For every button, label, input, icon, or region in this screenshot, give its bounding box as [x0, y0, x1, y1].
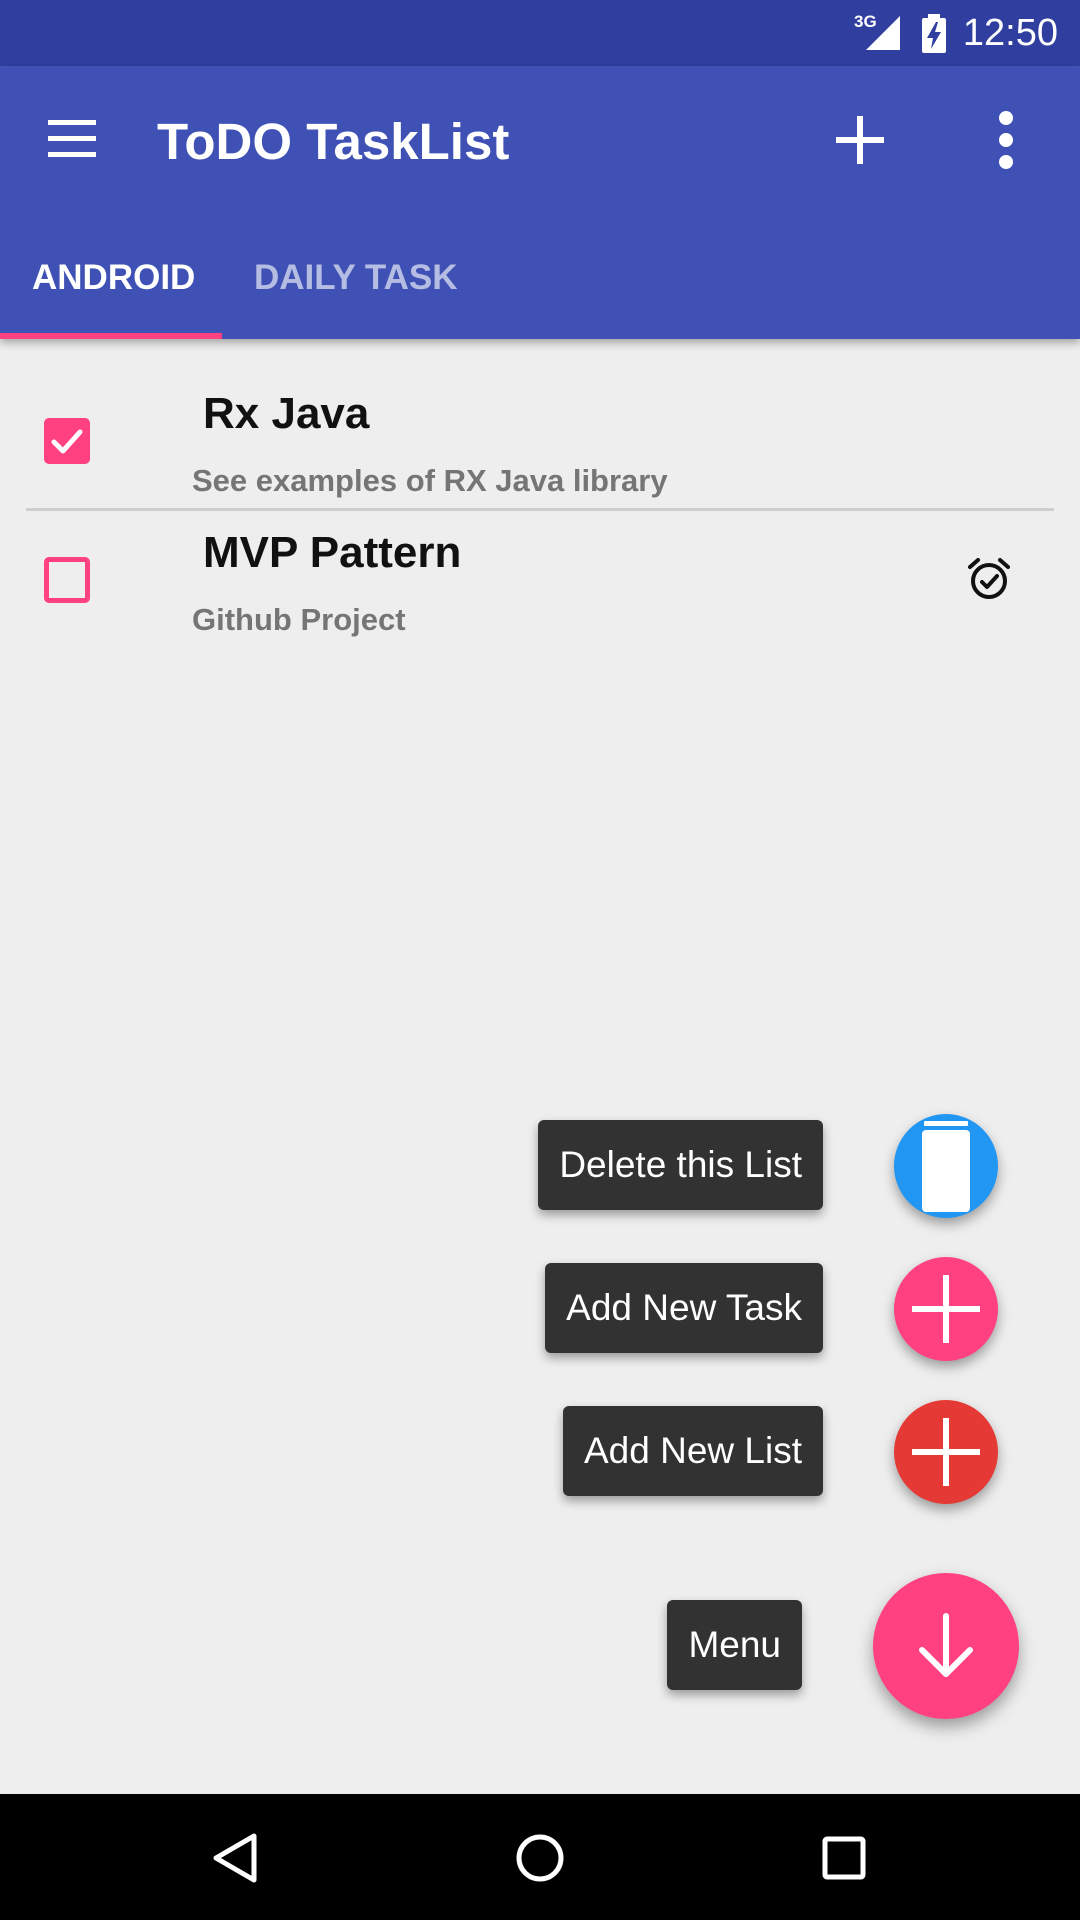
battery-charging-icon — [922, 14, 946, 53]
status-bar — [0, 0, 1080, 66]
plus-icon — [912, 1418, 980, 1486]
check-icon — [51, 429, 83, 454]
list-divider — [26, 508, 1054, 511]
alarm-check-icon[interactable] — [966, 556, 1012, 602]
task-description: See examples of RX Java library — [192, 463, 668, 498]
overflow-icon — [999, 111, 1013, 169]
navigation-menu-button[interactable] — [30, 98, 114, 182]
add-action-button[interactable] — [818, 98, 902, 182]
page-title: ToDO TaskList — [157, 113, 510, 170]
plus-icon — [912, 1275, 980, 1343]
recents-icon — [822, 1836, 866, 1880]
task-title: Rx Java — [203, 389, 370, 438]
nav-back-button[interactable] — [186, 1820, 286, 1896]
add-list-label[interactable]: Add New List — [563, 1406, 823, 1496]
task-checkbox-unchecked[interactable] — [44, 557, 90, 603]
tab-daily-task[interactable]: DAILY TASK — [254, 250, 458, 306]
task-checkbox-checked[interactable] — [44, 418, 90, 464]
back-icon — [213, 1833, 257, 1883]
tab-indicator — [0, 333, 222, 339]
add-icon — [836, 116, 884, 164]
delete-list-fab[interactable] — [894, 1114, 998, 1218]
nav-recents-button[interactable] — [794, 1820, 894, 1896]
arrow-down-icon — [919, 1613, 973, 1677]
delete-list-label[interactable]: Delete this List — [538, 1120, 823, 1210]
nav-home-button[interactable] — [490, 1820, 590, 1896]
task-description: Github Project — [192, 602, 406, 637]
overflow-menu-button[interactable] — [964, 98, 1048, 182]
menu-fab[interactable] — [873, 1573, 1019, 1719]
tab-android[interactable]: ANDROID — [32, 250, 195, 306]
task-title: MVP Pattern — [203, 528, 462, 577]
add-task-fab[interactable] — [894, 1257, 998, 1361]
add-task-label[interactable]: Add New Task — [545, 1263, 823, 1353]
menu-icon — [48, 120, 96, 157]
add-list-fab[interactable] — [894, 1400, 998, 1504]
signal-icon — [866, 16, 900, 50]
status-clock: 12:50 — [962, 12, 1058, 54]
home-icon — [516, 1834, 564, 1882]
menu-label[interactable]: Menu — [667, 1600, 802, 1690]
trash-icon — [922, 1121, 970, 1212]
